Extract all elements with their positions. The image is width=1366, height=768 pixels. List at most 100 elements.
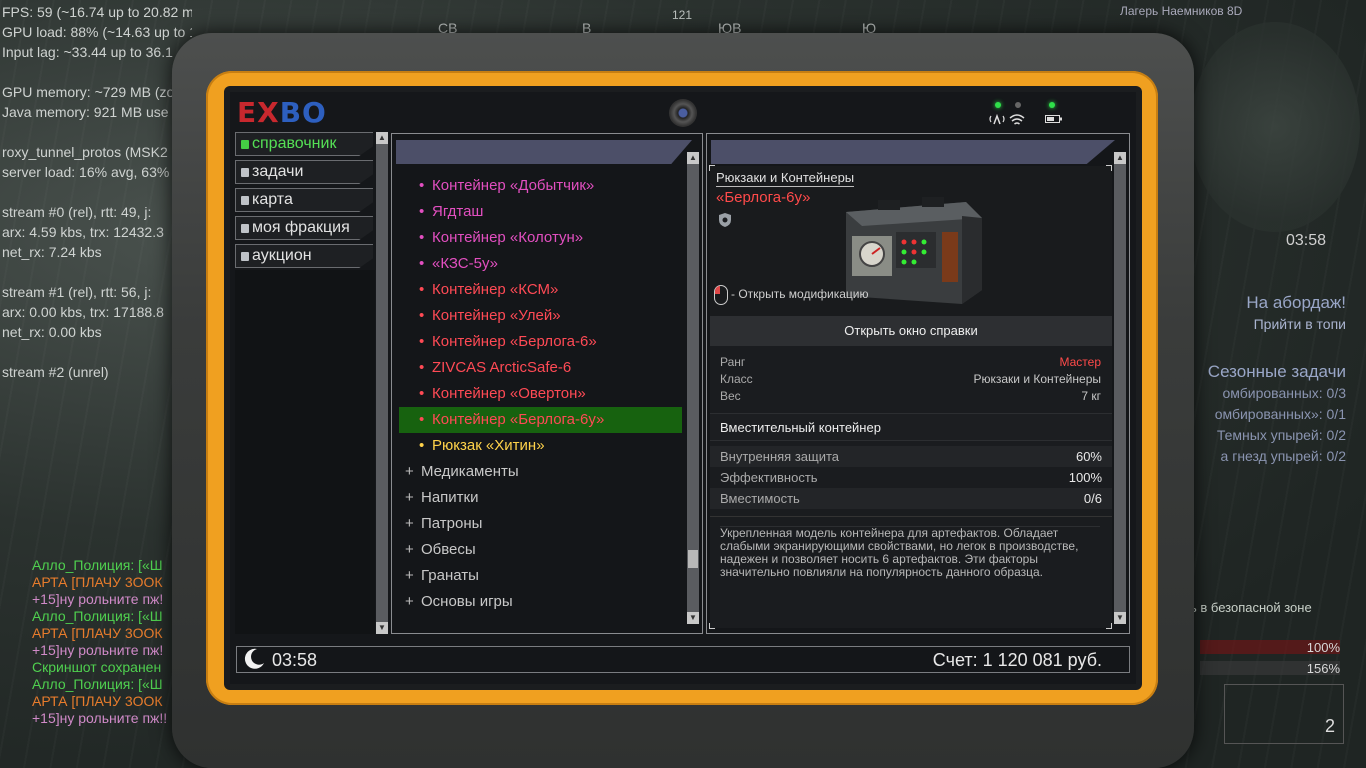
stat-value: 60% [1075,449,1102,464]
detail-panel-header [711,140,1115,164]
debug-line: stream #2 (unrel) [2,364,109,380]
prop-label: Вес [720,389,741,403]
bullet-icon: • [419,307,425,324]
prop-label: Ранг [720,355,746,369]
corner-mark [1106,165,1112,171]
status-icons [988,100,1068,130]
list-item[interactable]: • Контейнер «Берлога-6» [399,329,682,355]
chat-message: Скриншот сохранен [32,659,162,675]
season-task-2: омбированных»: 0/1 [1214,406,1346,422]
logo-left: EX [237,96,280,129]
stat-row: Внутренняя защита 60% [710,446,1112,467]
signal-wifi-icon [989,113,1025,125]
list-item[interactable]: • Контейнер «Колотун» [399,225,682,251]
section-title: Вместительный контейнер [710,413,1112,441]
nav-item-reference[interactable]: справочник [235,132,373,156]
detail-scrollbar[interactable]: ▲ ▼ [1114,152,1126,624]
debug-spacer [2,342,192,362]
prop-rank: Ранг Мастер [720,354,1101,371]
item-stats: Внутренняя защита 60% Эффективность 100% В… [710,446,1112,509]
stat-row: Эффективность 100% [710,467,1112,488]
debug-line: roxy_tunnel_protos (MSK2 [2,144,168,160]
debug-spacer [2,262,192,282]
prop-value: 7 кг [1081,389,1101,403]
list-item[interactable]: • Контейнер «КСМ» [399,277,682,303]
list-item[interactable]: • Контейнер «Овертон» [399,381,682,407]
prop-value: Рюкзаки и Контейнеры [973,372,1101,386]
account-balance: Счет: 1 120 081 руб. [932,650,1102,670]
chat-log: Алло_Полиция: [«Ш АРТА [ПЛАЧУ 3ООК +15]ну … [32,557,182,727]
health-value: 100% [1306,640,1340,655]
list-item-label: Контейнер «Берлога-6у» [432,411,605,428]
debug-line: arx: 0.00 kbs, trx: 17188.8 [2,304,164,320]
scroll-down-icon[interactable]: ▼ [376,622,388,634]
scroll-up-icon[interactable]: ▲ [687,152,699,164]
debug-line: GPU load: 88% (~14.63 up to 15.47 ms) [2,24,192,40]
list-category[interactable]: + Гранаты [399,563,682,589]
nav-item-map[interactable]: карта [235,188,373,212]
nav-item-faction[interactable]: моя фракция [235,216,373,240]
list-category[interactable]: + Напитки [399,485,682,511]
list-item[interactable]: • Контейнер «Улей» [399,303,682,329]
list-item-label: Контейнер «КСМ» [432,281,559,298]
list-item[interactable]: • «КЗС-5у» [399,251,682,277]
divider [710,516,1112,517]
nav-scrollbar[interactable]: ▲ ▼ [376,132,388,634]
led-off-icon [1015,102,1021,108]
bullet-icon: • [419,411,425,428]
list-item[interactable]: • ZIVCAS ArcticSafe-6 [399,355,682,381]
list-item-selected[interactable]: • Контейнер «Берлога-6у» [399,407,682,433]
scroll-down-icon[interactable]: ▼ [1114,612,1126,624]
list-item[interactable]: • Ягдташ [399,199,682,225]
stat-label: Внутренняя защита [720,449,839,464]
list-item-label: «КЗС-5у» [432,255,498,272]
chat-message: АРТА [ПЛАЧУ 3ООК [32,625,163,641]
debug-line: net_rx: 0.00 kbs [2,324,102,340]
list-panel-header [396,140,692,164]
list-scrollbar[interactable]: ▲ ▼ [687,152,699,624]
mod-hint-label: - Открыть модификацию [731,287,869,302]
scroll-thumb[interactable] [688,550,698,568]
scroll-down-icon[interactable]: ▼ [687,612,699,624]
stamina-value: 156% [1306,661,1340,676]
list-item[interactable]: • Контейнер «Добытчик» [399,173,682,199]
compass-degrees: 121 [672,8,693,22]
quick-slot[interactable]: 2 [1224,684,1344,744]
list-item-label: Медикаменты [421,463,519,480]
safe-zone-label: ь в безопасной зоне [1190,600,1312,615]
modification-hint[interactable]: - Открыть модификацию [714,285,869,305]
open-help-button[interactable]: Открыть окно справки [710,316,1112,346]
corner-mark [709,623,715,629]
debug-line: arx: 4.59 kbs, trx: 12432.3 [2,224,164,240]
debug-spacer [2,62,192,82]
list-item[interactable]: • Рюкзак «Хитин» [399,433,682,459]
season-task-1: омбированных: 0/3 [1222,385,1347,401]
expand-icon: + [405,541,414,558]
list-item-label: Рюкзак «Хитин» [432,437,545,454]
stamina-bar: 156% [1200,661,1340,676]
season-task-4: а гнезд упырей: 0/2 [1220,448,1346,464]
item-name: «Берлога-6у» [716,189,811,206]
list-category[interactable]: + Медикаменты [399,459,682,485]
list-item-label: Контейнер «Колотун» [432,229,584,246]
expand-icon: + [405,515,414,532]
chat-message: Алло_Полиция: [«Ш [32,676,163,692]
reference-list: • Контейнер «Добытчик» • Ягдташ • Контейнер «… [399,173,682,615]
list-category[interactable]: + Основы игры [399,589,682,615]
debug-line: FPS: 59 (~16.74 up to 20.82 ms) [2,4,192,20]
stat-value: 0/6 [1083,491,1102,506]
exbo-logo: EXBO [237,96,327,129]
list-item-label: Напитки [421,489,479,506]
nav-item-tasks[interactable]: задачи [235,160,373,184]
nav-item-label: задачи [252,163,304,180]
nav-item-auction[interactable]: аукцион [235,244,373,268]
scroll-up-icon[interactable]: ▲ [1114,152,1126,164]
list-item-label: Контейнер «Добытчик» [432,177,595,194]
bullet-icon: • [419,333,425,350]
scroll-up-icon[interactable]: ▲ [376,132,388,144]
debug-line: stream #0 (rel), rtt: 49, j: [2,204,152,220]
list-category[interactable]: + Обвесы [399,537,682,563]
corner-mark [1106,623,1112,629]
list-item-label: Контейнер «Овертон» [432,385,586,402]
list-category[interactable]: + Патроны [399,511,682,537]
